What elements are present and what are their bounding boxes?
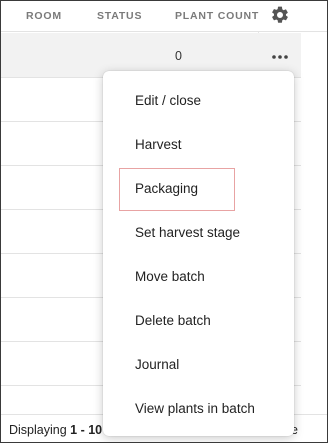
menu-item-journal[interactable]: Journal	[103, 343, 294, 387]
menu-item-label: View plants in batch	[135, 401, 255, 416]
pagination-summary: Displaying 1 - 10	[9, 423, 102, 437]
menu-item-edit-close[interactable]: Edit / close	[103, 79, 294, 123]
pagination-prefix: Displaying	[9, 423, 71, 437]
menu-item-label: Move batch	[135, 269, 205, 284]
column-header-plant-count[interactable]: PLANT COUNT	[175, 10, 259, 22]
menu-item-label: Journal	[135, 357, 180, 372]
menu-item-view-plants-in-batch[interactable]: View plants in batch	[103, 387, 294, 431]
menu-item-harvest[interactable]: Harvest	[103, 123, 294, 167]
batches-table-view: ROOM STATUS PLANT COUNT 0 Displaying 1 -…	[0, 0, 328, 443]
row-actions-menu: Edit / close Harvest Packaging Set harve…	[103, 71, 294, 436]
column-header-room[interactable]: ROOM	[26, 10, 62, 22]
menu-item-label: Packaging	[135, 181, 199, 196]
menu-item-delete-batch[interactable]: Delete batch	[103, 299, 294, 343]
menu-item-set-harvest-stage[interactable]: Set harvest stage	[103, 211, 294, 255]
more-horizontal-icon[interactable]	[270, 47, 290, 67]
plant-count-cell: 0	[175, 49, 182, 63]
column-header-status[interactable]: STATUS	[97, 10, 142, 22]
menu-item-label: Delete batch	[135, 313, 211, 328]
gear-icon[interactable]	[270, 5, 290, 25]
menu-item-label: Edit / close	[135, 93, 202, 108]
menu-item-label: Harvest	[135, 137, 182, 152]
menu-item-label: Set harvest stage	[135, 225, 241, 240]
menu-item-packaging[interactable]: Packaging	[103, 167, 294, 211]
pagination-range: 1 - 10	[70, 423, 103, 437]
menu-item-move-batch[interactable]: Move batch	[103, 255, 294, 299]
